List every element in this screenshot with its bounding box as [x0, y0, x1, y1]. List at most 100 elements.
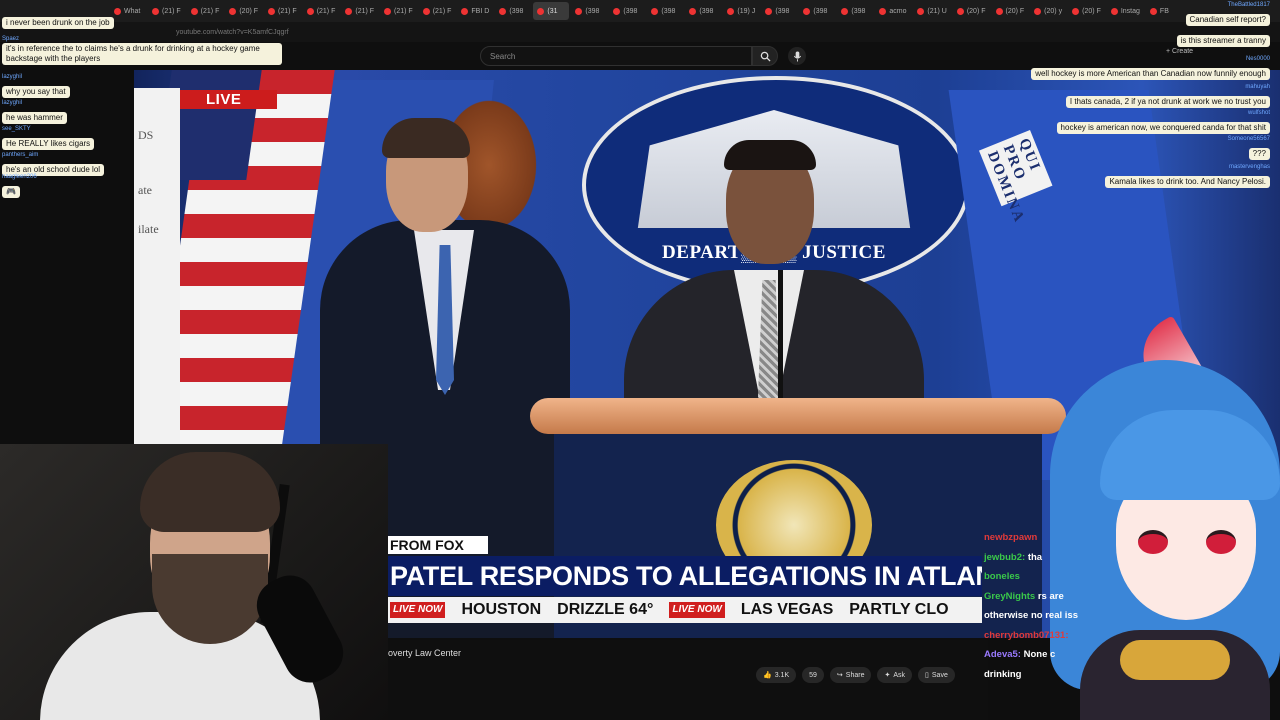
tab-label: FBI D	[471, 7, 490, 15]
share-icon: ↪	[836, 672, 843, 679]
tab-label: (398	[699, 7, 714, 15]
chat-message: mastervenghas Kamala likes to drink too. …	[1105, 164, 1270, 189]
tab-label: (21) F	[200, 7, 220, 15]
overlay-chat-line: jewbub2: tha	[984, 552, 1042, 563]
overlay-chat-line: GreyNights rs are	[984, 591, 1064, 602]
chat-bubble: well hockey is more American than Canadi…	[1031, 68, 1270, 80]
tab-favicon-icon	[114, 7, 121, 15]
share-label: Share	[845, 671, 865, 679]
microphone-icon	[793, 50, 801, 62]
chat-message: TheBattled1817 Canadian self report?	[1185, 2, 1270, 27]
like-count: 3.1K	[774, 671, 790, 679]
browser-tab[interactable]: (21) F	[341, 2, 378, 20]
tab-favicon-icon	[575, 7, 583, 15]
browser-tab[interactable]: (21) F	[380, 2, 417, 20]
browser-tab[interactable]: (20) F	[992, 2, 1029, 20]
chat-username: lazyghil	[2, 100, 23, 106]
paper-line: ilate	[138, 222, 159, 236]
side-document: DS ate ilate	[134, 88, 180, 444]
tab-label: Instag	[1120, 7, 1140, 15]
browser-tab[interactable]: (398	[761, 2, 797, 20]
news-ticker: LIVE NOW HOUSTON DRIZZLE 64° LIVE NOW LAS VE…	[388, 597, 982, 623]
search-button[interactable]	[752, 46, 778, 66]
browser-tab[interactable]: acmo	[875, 2, 911, 20]
browser-tab[interactable]: Instag	[1107, 2, 1144, 20]
chat-message: i never been drunk on the job	[2, 12, 114, 30]
share-button[interactable]: ↪ Share	[829, 667, 872, 683]
chat-bubble: ???	[1248, 148, 1270, 160]
comment-count-button[interactable]: 59	[802, 667, 824, 683]
tab-favicon-icon	[1072, 7, 1080, 15]
browser-tab[interactable]: FBI D	[457, 2, 493, 20]
overlay-chat-username: cherrybomb07131:	[984, 629, 1069, 641]
browser-tab[interactable]: (31	[533, 2, 570, 20]
browser-tab[interactable]: (398	[685, 2, 721, 20]
ticker-item: HOUSTON	[461, 601, 542, 618]
tab-favicon-icon	[803, 7, 811, 15]
browser-tab[interactable]: (398	[495, 2, 531, 20]
source-tag: FROM FOX	[388, 536, 488, 554]
browser-tab[interactable]: (398	[571, 2, 607, 20]
tab-favicon-icon	[461, 7, 469, 15]
chat-message: mahuyah I thats canada, 2 if ya not drunk…	[1065, 84, 1270, 109]
paper-line: DS	[138, 128, 154, 142]
browser-tab[interactable]: (21) F	[419, 2, 456, 20]
browser-tab[interactable]: (398	[799, 2, 835, 20]
chat-bubble: he was hammer	[2, 112, 67, 124]
comment-count: 59	[809, 671, 817, 679]
like-button[interactable]: 👍 3.1K	[756, 667, 797, 683]
chat-bubble: is this streamer a tranny	[1176, 35, 1270, 47]
search-input[interactable]: Search	[480, 46, 752, 66]
tab-label: (398	[775, 7, 790, 15]
browser-tab[interactable]: (20) y	[1030, 2, 1066, 20]
overlay-chat-line: cherrybomb07131:	[984, 630, 1068, 641]
chat-username: Spaez	[2, 36, 20, 42]
tab-favicon-icon	[229, 7, 237, 15]
chat-username: wulfshot	[1247, 110, 1270, 116]
browser-tab[interactable]: FB	[1146, 2, 1182, 20]
browser-tab[interactable]: (21) F	[148, 2, 185, 20]
browser-tab[interactable]: What	[110, 2, 146, 20]
browser-tab-bar: What (21) F (21) F (20) F (21) F (21) F (21) F…	[0, 0, 1280, 22]
overlay-chat-username: jewbub2:	[984, 551, 1026, 563]
ask-button[interactable]: ✦ Ask	[877, 667, 913, 683]
overlay-chat-line: newbzpawn	[984, 532, 1037, 543]
browser-tab[interactable]: (21) F	[264, 2, 301, 20]
avatar-eye-left	[1138, 530, 1168, 554]
tab-label: (398	[661, 7, 676, 15]
tab-label: (20) F	[966, 7, 986, 15]
tab-favicon-icon	[152, 7, 159, 15]
save-button[interactable]: ▯ Save	[918, 667, 955, 683]
overlay-chat-line: boneles	[984, 571, 1020, 582]
browser-tab[interactable]: (20) F	[1068, 2, 1105, 20]
browser-tab[interactable]: (21) U	[913, 2, 950, 20]
ticker-item: PARTLY CLO	[849, 601, 949, 618]
browser-tab[interactable]: (21) F	[187, 2, 224, 20]
chat-username: see_SKTY	[2, 126, 31, 132]
overlay-chat-username: boneles	[984, 571, 1020, 582]
paper-line: ate	[138, 183, 152, 197]
voice-search-button[interactable]	[788, 47, 806, 65]
search-placeholder: Search	[490, 51, 516, 61]
channel-name[interactable]: overty Law Center	[388, 648, 461, 658]
url-text[interactable]: youtube.com/watch?v=K5amfCJqgrf	[176, 29, 289, 36]
browser-tab[interactable]: (19) J	[723, 2, 759, 20]
browser-tab[interactable]: (20) F	[225, 2, 262, 20]
chat-username: TheBattled1817	[1227, 2, 1270, 8]
avatar-collar	[1120, 640, 1230, 680]
tab-favicon-icon	[306, 7, 314, 15]
browser-tab[interactable]: (398	[837, 2, 873, 20]
tab-favicon-icon	[537, 7, 545, 15]
video-info: overty Law Center 👍 3.1K 59 ↪ Share ✦ Ask ▯…	[388, 640, 988, 720]
browser-tab[interactable]: (398	[647, 2, 683, 20]
browser-tab[interactable]: (20) F	[953, 2, 990, 20]
create-button[interactable]: + Create	[1166, 48, 1193, 55]
tab-label: (20) F	[239, 7, 259, 15]
tab-label: (398	[813, 7, 828, 15]
chat-bubble: 🎮	[2, 186, 20, 198]
save-label: Save	[931, 671, 948, 679]
browser-tab[interactable]: (21) F	[303, 2, 340, 20]
overlay-chat-text: tha	[1027, 551, 1043, 563]
chat-message: wulfshot hockey is american now, we conqu…	[1056, 110, 1270, 135]
browser-tab[interactable]: (398	[609, 2, 645, 20]
